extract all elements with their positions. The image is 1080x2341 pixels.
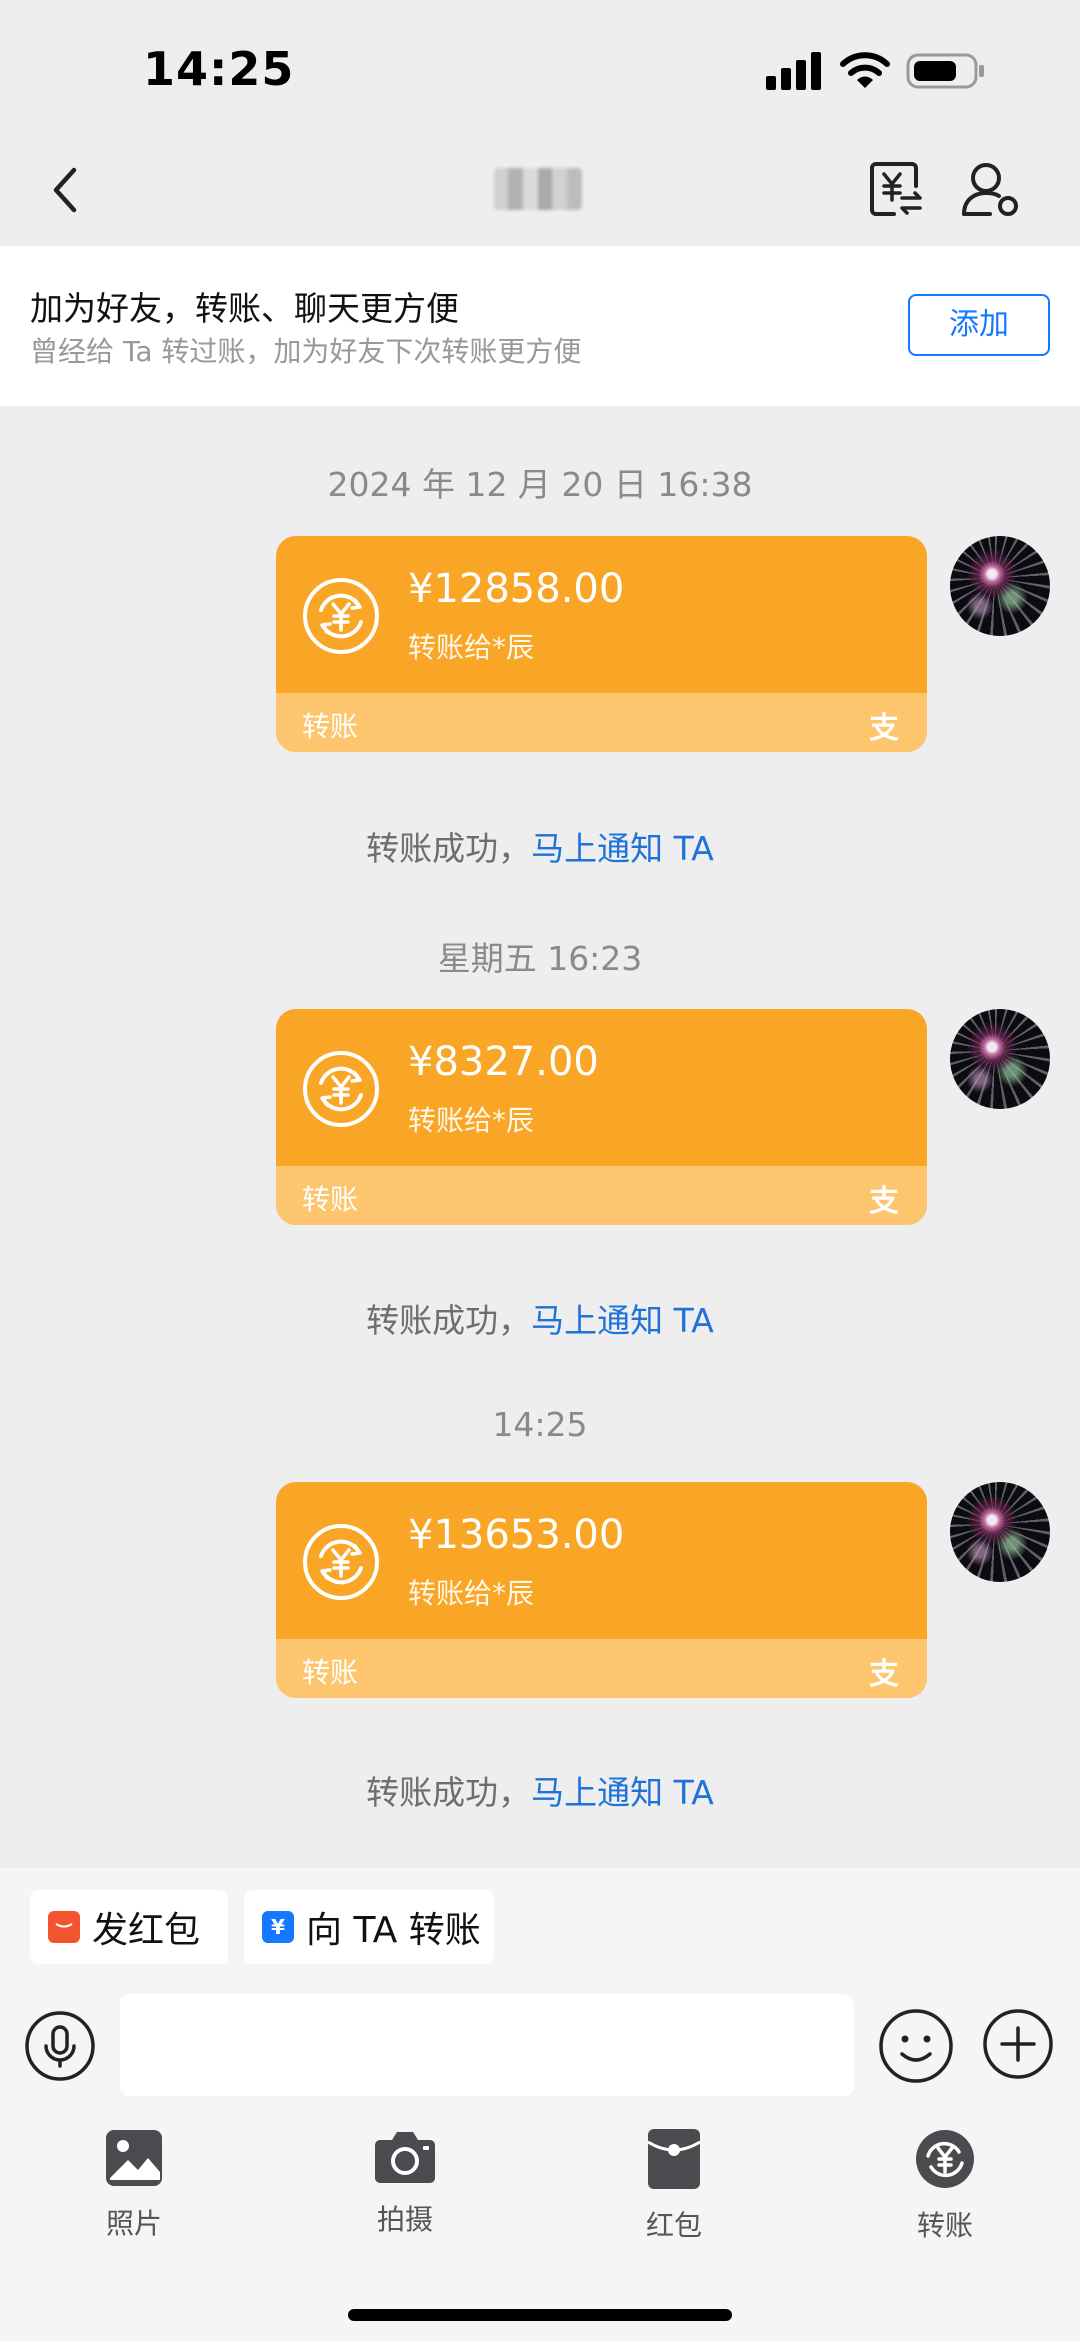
emoji-icon[interactable] bbox=[878, 2008, 954, 2084]
send-red-packet-chip[interactable]: 发红包 bbox=[30, 1890, 228, 1964]
avatar[interactable] bbox=[950, 536, 1050, 636]
chip-label: 向 TA 转账 bbox=[306, 1910, 481, 1951]
red-packet-icon bbox=[647, 2129, 701, 2189]
notice-text: 转账成功， bbox=[366, 1773, 532, 1812]
camera-icon bbox=[375, 2132, 435, 2183]
notify-link[interactable]: 马上通知 TA bbox=[531, 1301, 714, 1340]
red-packet-tool[interactable]: 红包 bbox=[604, 2128, 744, 2244]
transfer-success-notice: 转账成功，马上通知 TA bbox=[0, 822, 1080, 870]
notify-link[interactable]: 马上通知 TA bbox=[531, 829, 714, 868]
transfer-icon bbox=[916, 2130, 974, 2188]
notify-link[interactable]: 马上通知 TA bbox=[531, 1773, 714, 1812]
message-timestamp: 14:25 bbox=[492, 1405, 588, 1444]
transfer-recipient: 转账给*辰 bbox=[408, 631, 535, 664]
battery-icon bbox=[906, 53, 984, 89]
alipay-brand-icon: 支 bbox=[869, 1657, 899, 1692]
photo-label: 照片 bbox=[105, 2207, 162, 2240]
message-input[interactable] bbox=[120, 1994, 854, 2096]
message-timestamp: 2024 年 12 月 20 日 16:38 bbox=[327, 465, 753, 504]
camera-label: 拍摄 bbox=[376, 2203, 433, 2236]
banner-subtitle: 曾经给 Ta 转过账，加为好友下次转账更方便 bbox=[30, 335, 582, 368]
avatar[interactable] bbox=[950, 1482, 1050, 1582]
card-type-label: 转账 bbox=[302, 1183, 359, 1216]
card-type-label: 转账 bbox=[302, 1656, 359, 1689]
transfer-yuan-icon bbox=[303, 1051, 379, 1127]
transfer-amount: ¥8327.00 bbox=[408, 1039, 599, 1085]
transfer-card[interactable]: ¥13653.00 转账给*辰 转账 支 bbox=[276, 1482, 927, 1698]
transfer-yuan-icon bbox=[303, 578, 379, 654]
transfer-card[interactable]: ¥8327.00 转账给*辰 转账 支 bbox=[276, 1009, 927, 1225]
contact-settings-icon[interactable] bbox=[960, 160, 1022, 220]
wifi-icon bbox=[840, 52, 890, 88]
status-time: 14:25 bbox=[143, 42, 295, 96]
camera-tool[interactable]: 拍摄 bbox=[335, 2128, 475, 2238]
transfer-success-notice: 转账成功，马上通知 TA bbox=[0, 1766, 1080, 1814]
transfer-recipient: 转账给*辰 bbox=[408, 1104, 535, 1137]
card-type-label: 转账 bbox=[302, 710, 359, 743]
transfer-to-ta-chip[interactable]: ¥ 向 TA 转账 bbox=[244, 1890, 494, 1964]
alipay-brand-icon: 支 bbox=[869, 1184, 899, 1219]
chip-label: 发红包 bbox=[92, 1910, 201, 1951]
notice-text: 转账成功， bbox=[366, 1301, 532, 1340]
transfer-yuan-icon bbox=[303, 1524, 379, 1600]
transfer-amount: ¥12858.00 bbox=[408, 566, 625, 612]
transfer-tool[interactable]: 转账 bbox=[875, 2128, 1015, 2244]
voice-input-icon[interactable] bbox=[24, 2010, 96, 2082]
transfer-card[interactable]: ¥12858.00 转账给*辰 转账 支 bbox=[276, 536, 927, 752]
cellular-signal-icon bbox=[766, 52, 821, 90]
photo-icon bbox=[106, 2130, 162, 2186]
transfer-icon: ¥ bbox=[262, 1911, 294, 1943]
add-friend-button[interactable]: 添加 bbox=[908, 294, 1050, 356]
photo-tool[interactable]: 照片 bbox=[64, 2128, 204, 2242]
contact-name: ■■ bbox=[494, 168, 582, 210]
red-packet-icon bbox=[48, 1911, 80, 1943]
alipay-brand-icon: 支 bbox=[869, 711, 899, 746]
plus-icon[interactable] bbox=[982, 2008, 1054, 2080]
banner-title: 加为好友，转账、聊天更方便 bbox=[30, 289, 459, 328]
notice-text: 转账成功， bbox=[366, 829, 532, 868]
transfer-amount: ¥13653.00 bbox=[408, 1512, 625, 1558]
red-packet-label: 红包 bbox=[645, 2209, 702, 2242]
transfer-label: 转账 bbox=[916, 2209, 973, 2242]
transfer-success-notice: 转账成功，马上通知 TA bbox=[0, 1294, 1080, 1342]
home-indicator bbox=[348, 2309, 732, 2321]
message-timestamp: 星期五 16:23 bbox=[437, 939, 643, 978]
transfer-recipient: 转账给*辰 bbox=[408, 1577, 535, 1610]
transfer-record-icon[interactable] bbox=[868, 160, 924, 220]
back-button[interactable] bbox=[44, 160, 88, 220]
avatar[interactable] bbox=[950, 1009, 1050, 1109]
